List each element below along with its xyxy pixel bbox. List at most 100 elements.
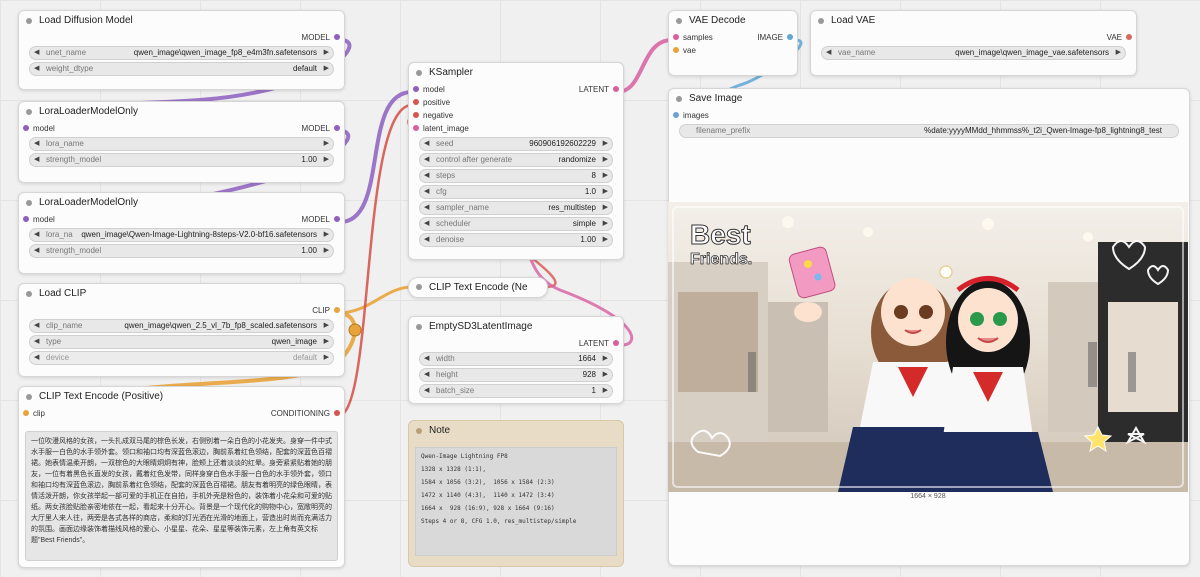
arrow-left-icon[interactable]: ◀ (424, 202, 429, 214)
widget-height[interactable]: ◀ height 928 ▶ (419, 368, 613, 382)
arrow-right-icon[interactable]: ▶ (603, 138, 608, 150)
arrow-left-icon[interactable]: ◀ (424, 218, 429, 230)
arrow-right-icon[interactable]: ▶ (603, 218, 608, 230)
arrow-left-icon[interactable]: ◀ (34, 47, 39, 59)
widget-lora-name[interactable]: ◀ lora_name ▶ (29, 137, 334, 151)
node-load-clip[interactable]: Load CLIP CLIP ◀ clip_name qwen_image\qw… (18, 283, 345, 377)
arrow-left-icon[interactable]: ◀ (424, 234, 429, 246)
prompt-textarea[interactable]: 一位吹漫风格的女孩，一头扎成双马尾的棕色长发，右侧别着一朵白色的小花发夹。身穿一… (25, 431, 338, 561)
input-dot[interactable] (413, 99, 419, 105)
arrow-left-icon[interactable]: ◀ (34, 320, 39, 332)
arrow-right-icon[interactable]: ▶ (324, 138, 329, 150)
widget-type[interactable]: ◀ type qwen_image ▶ (29, 335, 334, 349)
output-dot[interactable] (334, 410, 340, 416)
node-title[interactable]: LoraLoaderModelOnly (19, 102, 344, 122)
widget-strength-model[interactable]: ◀ strength_model 1.00 ▶ (29, 244, 334, 258)
arrow-right-icon[interactable]: ▶ (603, 170, 608, 182)
node-title[interactable]: KSampler (409, 63, 623, 83)
widget-denoise[interactable]: ◀ denoise 1.00 ▶ (419, 233, 613, 247)
widget-filename-prefix[interactable]: filename_prefix %date:yyyyMMdd_hhmmss%_t… (679, 124, 1179, 138)
node-title[interactable]: EmptySD3LatentImage (409, 317, 623, 337)
node-title[interactable]: Note (409, 421, 623, 441)
widget-steps[interactable]: ◀ steps 8 ▶ (419, 169, 613, 183)
output-dot[interactable] (334, 307, 340, 313)
input-dot[interactable] (413, 125, 419, 131)
arrow-right-icon[interactable]: ▶ (603, 154, 608, 166)
node-title[interactable]: Save Image (669, 89, 1189, 109)
arrow-left-icon[interactable]: ◀ (424, 186, 429, 198)
input-dot[interactable] (673, 112, 679, 118)
note-textarea[interactable]: Qwen-Image Lightning FP8 1328 x 1328 (1:… (415, 447, 617, 556)
arrow-right-icon[interactable]: ▶ (1116, 47, 1121, 59)
node-title[interactable]: LoraLoaderModelOnly (19, 193, 344, 213)
arrow-left-icon[interactable]: ◀ (424, 385, 429, 397)
node-load-vae[interactable]: Load VAE VAE ◀ vae_name qwen_image\qwen_… (810, 10, 1137, 76)
arrow-right-icon[interactable]: ▶ (324, 352, 329, 364)
widget-cfg[interactable]: ◀ cfg 1.0 ▶ (419, 185, 613, 199)
arrow-right-icon[interactable]: ▶ (603, 369, 608, 381)
arrow-left-icon[interactable]: ◀ (34, 229, 39, 241)
arrow-left-icon[interactable]: ◀ (424, 154, 429, 166)
arrow-left-icon[interactable]: ◀ (34, 245, 39, 257)
output-dot[interactable] (613, 340, 619, 346)
output-dot[interactable] (334, 34, 340, 40)
node-vae-decode[interactable]: VAE Decode samples IMAGE vae (668, 10, 798, 76)
widget-unet-name[interactable]: ◀ unet_name qwen_image\qwen_image_fp8_e4… (29, 46, 334, 60)
node-ksampler[interactable]: KSampler model LATENT positive negative … (408, 62, 624, 260)
arrow-right-icon[interactable]: ▶ (324, 47, 329, 59)
output-dot[interactable] (334, 216, 340, 222)
node-empty-sd3-latent-image[interactable]: EmptySD3LatentImage LATENT ◀ width 1664 ▶ ◀… (408, 316, 624, 404)
output-dot[interactable] (787, 34, 793, 40)
arrow-right-icon[interactable]: ▶ (603, 202, 608, 214)
arrow-left-icon[interactable]: ◀ (34, 336, 39, 348)
arrow-right-icon[interactable]: ▶ (324, 63, 329, 75)
output-image-preview[interactable]: Best Friends. (668, 202, 1188, 492)
widget-strength-model[interactable]: ◀ strength_model 1.00 ▶ (29, 153, 334, 167)
input-dot[interactable] (23, 216, 29, 222)
arrow-left-icon[interactable]: ◀ (34, 63, 39, 75)
input-dot[interactable] (673, 47, 679, 53)
widget-lora-name[interactable]: ◀ lora_na qwen_image\Qwen-Image-Lightnin… (29, 228, 334, 242)
arrow-right-icon[interactable]: ▶ (603, 353, 608, 365)
arrow-left-icon[interactable]: ◀ (34, 138, 39, 150)
arrow-left-icon[interactable]: ◀ (34, 154, 39, 166)
node-title[interactable]: Load VAE (811, 11, 1136, 31)
output-dot[interactable] (334, 125, 340, 131)
widget-batch-size[interactable]: ◀ batch_size 1 ▶ (419, 384, 613, 398)
input-dot[interactable] (23, 125, 29, 131)
widget-control-after-generate[interactable]: ◀ control after generate randomize ▶ (419, 153, 613, 167)
node-load-diffusion-model[interactable]: Load Diffusion Model MODEL ◀ unet_name q… (18, 10, 345, 90)
node-title[interactable]: CLIP Text Encode (Positive) (19, 387, 344, 407)
node-lora-loader-2[interactable]: LoraLoaderModelOnly model MODEL ◀ lora_n… (18, 192, 345, 274)
arrow-right-icon[interactable]: ▶ (324, 229, 329, 241)
input-dot[interactable] (673, 34, 679, 40)
node-clip-text-encode-positive[interactable]: CLIP Text Encode (Positive) clip CONDITI… (18, 386, 345, 568)
node-title[interactable]: VAE Decode (669, 11, 797, 31)
node-clip-text-encode-negative[interactable]: CLIP Text Encode (Ne (408, 277, 548, 298)
arrow-right-icon[interactable]: ▶ (603, 234, 608, 246)
input-dot[interactable] (23, 410, 29, 416)
output-dot[interactable] (1126, 34, 1132, 40)
arrow-right-icon[interactable]: ▶ (603, 385, 608, 397)
input-dot[interactable] (413, 86, 419, 92)
widget-clip-name[interactable]: ◀ clip_name qwen_image\qwen_2.5_vl_7b_fp… (29, 319, 334, 333)
widget-seed[interactable]: ◀ seed 960906192602229 ▶ (419, 137, 613, 151)
node-title[interactable]: Load Diffusion Model (19, 11, 344, 31)
widget-scheduler[interactable]: ◀ scheduler simple ▶ (419, 217, 613, 231)
arrow-left-icon[interactable]: ◀ (424, 369, 429, 381)
arrow-right-icon[interactable]: ▶ (603, 186, 608, 198)
input-dot[interactable] (413, 112, 419, 118)
arrow-right-icon[interactable]: ▶ (324, 154, 329, 166)
widget-weight-dtype[interactable]: ◀ weight_dtype default ▶ (29, 62, 334, 76)
node-note[interactable]: Note Qwen-Image Lightning FP8 1328 x 132… (408, 420, 624, 567)
widget-device[interactable]: ◀ device default ▶ (29, 351, 334, 365)
widget-vae-name[interactable]: ◀ vae_name qwen_image\qwen_image_vae.saf… (821, 46, 1126, 60)
output-dot[interactable] (613, 86, 619, 92)
arrow-left-icon[interactable]: ◀ (826, 47, 831, 59)
arrow-right-icon[interactable]: ▶ (324, 336, 329, 348)
arrow-left-icon[interactable]: ◀ (424, 170, 429, 182)
arrow-right-icon[interactable]: ▶ (324, 245, 329, 257)
widget-sampler-name[interactable]: ◀ sampler_name res_multistep ▶ (419, 201, 613, 215)
arrow-left-icon[interactable]: ◀ (424, 353, 429, 365)
widget-width[interactable]: ◀ width 1664 ▶ (419, 352, 613, 366)
